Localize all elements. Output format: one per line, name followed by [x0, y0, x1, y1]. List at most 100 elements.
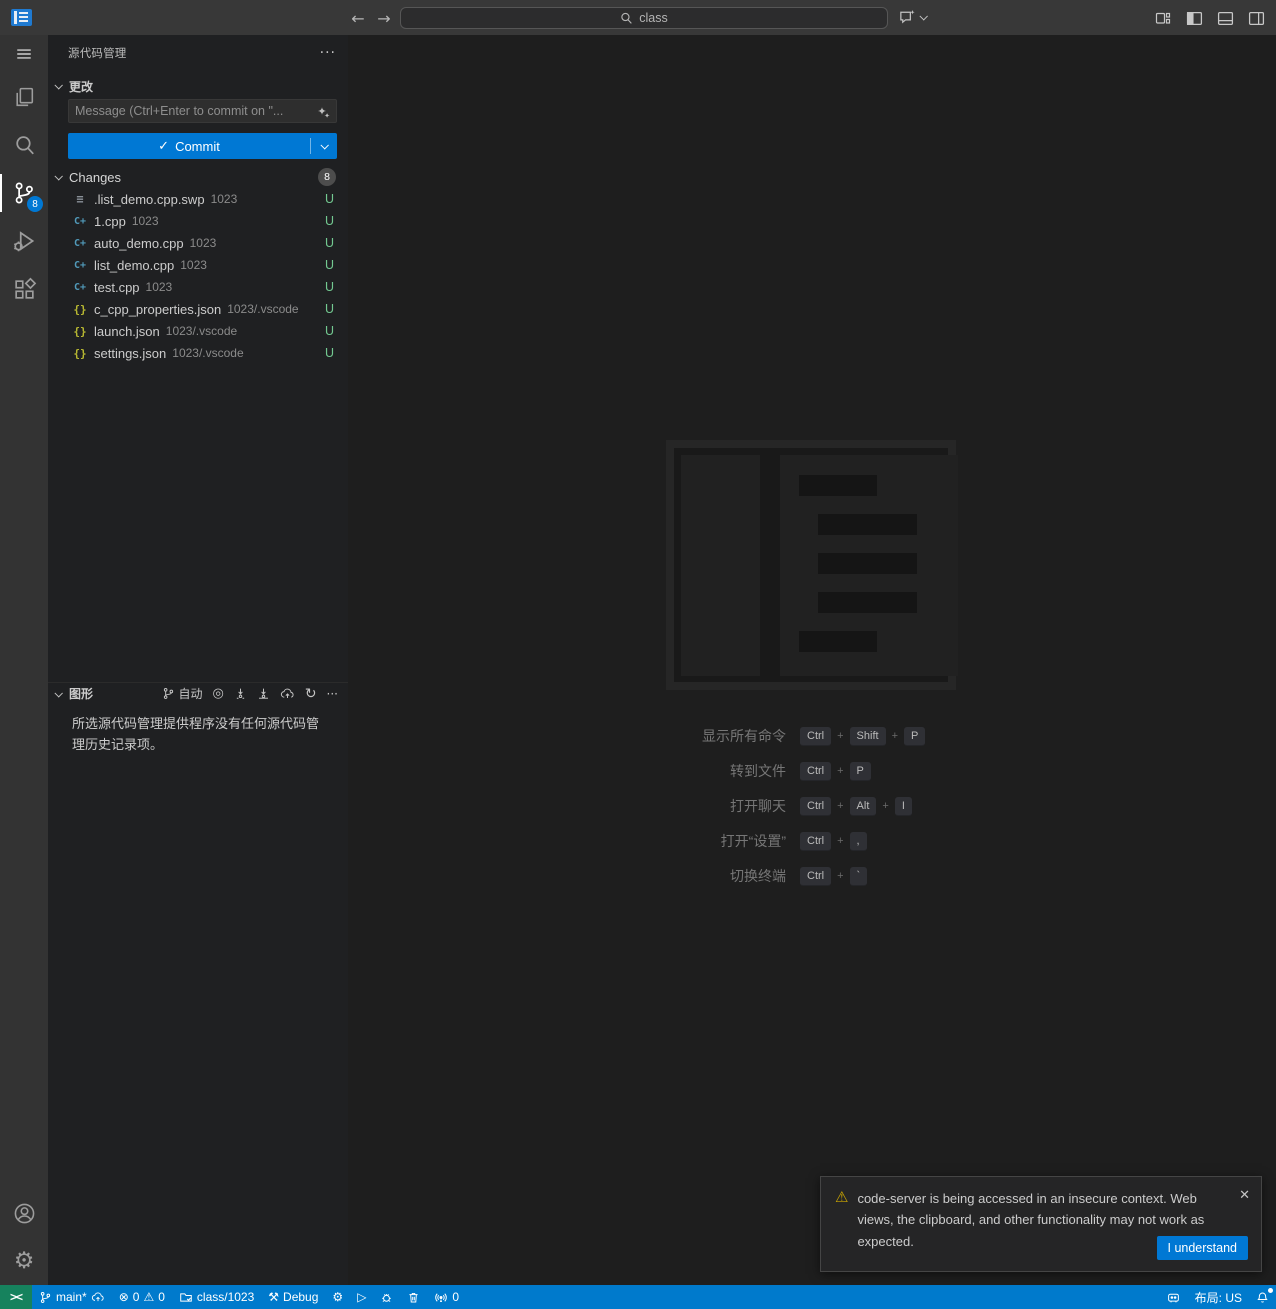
ports-status-item[interactable]: 0	[427, 1285, 466, 1309]
broadcast-icon	[435, 1292, 448, 1302]
shortcut-label: 转到文件	[730, 763, 786, 779]
shortcut-row: 打开聊天 Ctrl + Alt + I	[420, 793, 1180, 819]
graph-section-header[interactable]: 图形 自动 ◎ ↻ ···	[48, 682, 348, 704]
close-icon[interactable]: ✕	[1239, 1188, 1250, 1203]
pull-icon[interactable]	[257, 687, 270, 700]
vscode-server-item[interactable]	[1159, 1285, 1188, 1309]
graph-empty-message: 所选源代码管理提供程序没有任何源代码管理历史记录项。	[72, 716, 320, 752]
run-task-item[interactable]: ▷	[350, 1285, 373, 1309]
fetch-icon[interactable]	[234, 687, 247, 700]
errors-icon: ⊗	[118, 1290, 129, 1304]
settings-button[interactable]: ⚙	[0, 1237, 48, 1285]
warning-icon: ⚠	[835, 1188, 849, 1206]
changes-tree-header[interactable]: Changes 8	[48, 166, 348, 188]
scm-file-row[interactable]: C+ test.cpp 1023 U	[48, 276, 348, 298]
notification-toast: ⚠ code-server is being accessed in an in…	[820, 1176, 1262, 1272]
shortcut-keys: Ctrl +,	[800, 831, 867, 851]
nav-forward-icon[interactable]: →	[372, 6, 396, 30]
json-file-icon: {}	[73, 324, 87, 338]
bug-icon	[382, 1293, 392, 1302]
remote-indicator[interactable]: ><	[0, 1285, 33, 1309]
refresh-icon[interactable]: ↻	[305, 686, 317, 702]
scm-file-row[interactable]: {} launch.json 1023/.vscode U	[48, 320, 348, 342]
keycap: P	[904, 726, 926, 746]
copilot-chat-button[interactable]	[898, 7, 928, 26]
scm-file-row[interactable]: C+ 1.cpp 1023 U	[48, 210, 348, 232]
git-status-letter: U	[324, 324, 334, 338]
push-cloud-icon[interactable]	[280, 687, 295, 700]
keyboard-layout-item[interactable]: 布局: US	[1188, 1285, 1249, 1309]
debug-label: Debug	[283, 1290, 319, 1304]
file-path: 1023/.vscode	[165, 324, 238, 338]
gear-icon: ⚙	[13, 1248, 35, 1274]
notification-dot	[1268, 1288, 1273, 1293]
shortcut-keys: Ctrl + Shift + P	[800, 726, 926, 746]
commit-message-placeholder: Message (Ctrl+Enter to commit on "...	[75, 104, 284, 118]
command-center-search[interactable]: class	[400, 7, 888, 29]
file-name: .list_demo.cpp.swp	[94, 191, 205, 207]
sidebar-item-run-debug[interactable]	[0, 217, 48, 265]
keycap: `	[849, 866, 868, 886]
i-understand-button[interactable]: I understand	[1156, 1236, 1248, 1260]
toggle-panel-icon[interactable]	[1213, 7, 1237, 29]
sidebar-item-extensions[interactable]	[0, 265, 48, 313]
publish-cloud-icon	[91, 1292, 104, 1302]
debug-status-item[interactable]: ⚒ Debug	[261, 1285, 325, 1309]
file-path: 1023	[210, 192, 238, 206]
commit-message-input[interactable]: Message (Ctrl+Enter to commit on "... ✦ ✦	[68, 99, 337, 123]
key-plus-separator: +	[837, 730, 844, 742]
changes-section-header[interactable]: 更改	[48, 75, 348, 97]
commit-button[interactable]: ✓ Commit	[68, 139, 310, 154]
scm-file-row[interactable]: {} settings.json 1023/.vscode U	[48, 342, 348, 364]
branch-status-item[interactable]: main*	[32, 1285, 112, 1309]
sidebar-item-explorer[interactable]	[0, 73, 48, 121]
account-icon	[14, 1203, 34, 1223]
more-actions-icon[interactable]: ···	[327, 687, 338, 701]
shortcut-label: 显示所有命令	[702, 728, 786, 744]
shortcut-row: 打开“设置” Ctrl +,	[420, 828, 1180, 854]
notifications-bell-item[interactable]	[1249, 1285, 1276, 1309]
sidebar-item-source-control[interactable]: 8	[0, 169, 48, 217]
scm-file-row[interactable]: ≡ .list_demo.cpp.swp 1023 U	[48, 188, 348, 210]
more-actions-icon[interactable]: ···	[320, 45, 336, 61]
account-button[interactable]	[0, 1189, 48, 1237]
generate-commit-message-icon[interactable]: ✦ ✦	[314, 105, 330, 120]
sidebar-item-search[interactable]	[0, 121, 48, 169]
folder-status-item[interactable]: class/1023	[172, 1285, 261, 1309]
json-file-icon: {}	[73, 346, 87, 360]
files-icon	[15, 87, 33, 106]
git-status-letter: U	[324, 214, 334, 228]
json-file-icon: {}	[73, 302, 87, 316]
toggle-secondary-sidebar-icon[interactable]	[1244, 7, 1268, 29]
trash-item[interactable]	[400, 1285, 427, 1309]
repo-auto-button[interactable]: 自动	[162, 685, 202, 702]
file-path: 1023/.vscode	[172, 346, 244, 360]
branch-icon	[164, 688, 174, 699]
file-path: 1023	[145, 280, 173, 294]
toggle-primary-sidebar-icon[interactable]	[1182, 7, 1206, 29]
source-control-panel: 源代码管理 ··· 更改 Message (Ctrl+Enter to comm…	[48, 35, 348, 1285]
scm-file-row[interactable]: C+ list_demo.cpp 1023 U	[48, 254, 348, 276]
menu-button[interactable]	[0, 35, 48, 73]
debug-bug-item[interactable]	[373, 1285, 400, 1309]
nav-back-icon[interactable]: ←	[346, 6, 370, 30]
commit-dropdown-button[interactable]	[311, 141, 337, 150]
keycap: Shift	[849, 726, 886, 746]
branch-name: main*	[56, 1290, 87, 1304]
scm-file-row[interactable]: {} c_cpp_properties.json 1023/.vscode U	[48, 298, 348, 320]
file-name: 1.cpp	[94, 213, 126, 229]
scm-count-badge: 8	[27, 196, 43, 212]
key-plus-separator: +	[837, 835, 844, 847]
scm-file-row[interactable]: C+ auto_demo.cpp 1023 U	[48, 232, 348, 254]
customize-layout-icon[interactable]	[1151, 7, 1175, 29]
git-status-letter: U	[324, 280, 334, 294]
chevron-down-icon	[54, 172, 63, 181]
problems-status-item[interactable]: ⊗ 0 ⚠ 0	[112, 1285, 172, 1309]
git-status-letter: U	[324, 302, 334, 316]
cpp-file-icon: C+	[73, 259, 87, 271]
goto-current-history-item-icon[interactable]: ◎	[212, 686, 223, 701]
manage-gear-item[interactable]: ⚙	[325, 1285, 350, 1309]
chevron-down-icon	[320, 141, 329, 150]
commit-split-button: ✓ Commit	[68, 133, 337, 159]
changes-tree-label: Changes	[69, 169, 122, 185]
